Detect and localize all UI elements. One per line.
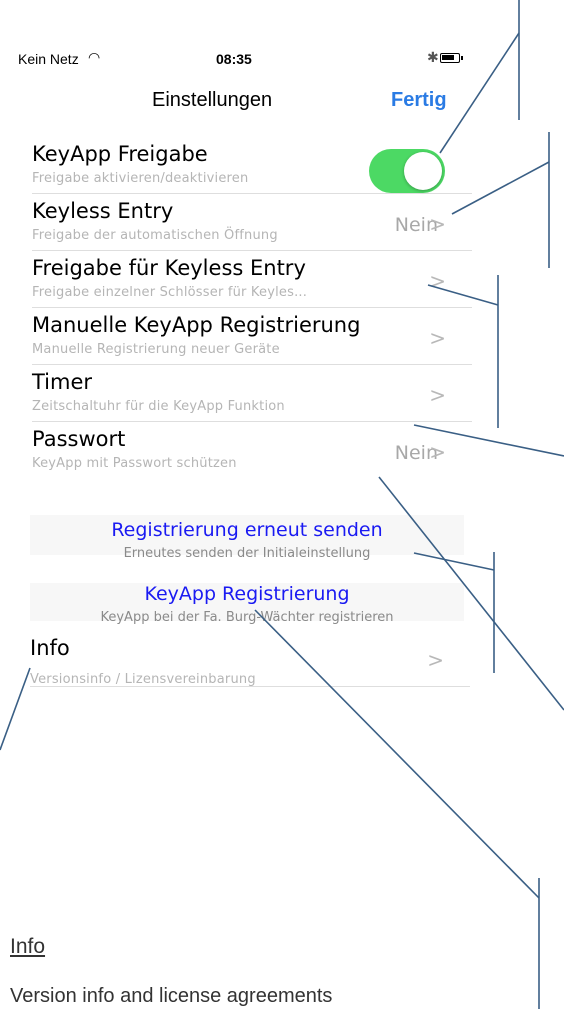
row-subtitle: Zeitschaltuhr für die KeyApp Funktion (32, 399, 285, 414)
row-title: KeyApp Freigabe (32, 142, 208, 166)
caption-title: Info (10, 935, 46, 958)
row-subtitle: Versionsinfo / Lizensvereinbarung (30, 672, 256, 687)
row-title: Info (30, 636, 70, 660)
settings-row-info[interactable]: Info Versionsinfo / Lizensvereinbarung > (30, 630, 470, 687)
chevron-right-icon: > (429, 269, 446, 293)
annotation-line (0, 667, 31, 751)
caption-text: Version info and license agreements (10, 985, 333, 1007)
carrier-label: Kein Netz (18, 51, 79, 67)
row-subtitle: Manuelle Registrierung neuer Geräte (32, 342, 280, 357)
row-title: Timer (32, 370, 93, 394)
row-title: Manuelle KeyApp Registrierung (32, 313, 361, 337)
wifi-icon: ◠ (88, 50, 101, 66)
settings-row-keyapp-freigabe[interactable]: KeyApp Freigabe Freigabe aktivieren/deak… (32, 137, 472, 194)
settings-row-passwort[interactable]: Passwort KeyApp mit Passwort schützen Ne… (32, 422, 472, 479)
action-title: KeyApp Registrierung (144, 583, 350, 605)
row-title: Passwort (32, 427, 126, 451)
chevron-right-icon: > (429, 326, 446, 350)
chevron-right-icon: > (429, 383, 446, 407)
freigabe-toggle[interactable] (369, 149, 445, 193)
resend-registration-button[interactable]: Registrierung erneut senden Erneutes sen… (30, 515, 464, 561)
row-title: Freigabe für Keyless Entry (32, 256, 306, 280)
chevron-right-icon: > (429, 212, 446, 236)
bluetooth-icon: ✱ (427, 50, 439, 66)
chevron-right-icon: > (429, 440, 446, 464)
settings-row-freigabe-keyless[interactable]: Freigabe für Keyless Entry Freigabe einz… (32, 251, 472, 308)
keyapp-registration-button[interactable]: KeyApp Registrierung KeyApp bei der Fa. … (30, 583, 464, 625)
row-subtitle: Freigabe der automatischen Öffnung (32, 228, 278, 243)
page-title: Einstellungen (152, 89, 273, 111)
action-subtitle: Erneutes senden der Initialeinstellung (123, 546, 371, 561)
settings-row-timer[interactable]: Timer Zeitschaltuhr für die KeyApp Funkt… (32, 365, 472, 422)
annotation-line (439, 32, 520, 154)
row-subtitle: Freigabe aktivieren/deaktivieren (32, 171, 249, 186)
clock: 08:35 (216, 51, 252, 67)
settings-row-manuelle-registrierung[interactable]: Manuelle KeyApp Registrierung Manuelle R… (32, 308, 472, 365)
action-title: Registrierung erneut senden (111, 519, 383, 541)
battery-icon (440, 53, 463, 63)
row-subtitle: Freigabe einzelner Schlösser für Keyles.… (32, 285, 308, 300)
row-title: Keyless Entry (32, 199, 174, 223)
settings-row-keyless-entry[interactable]: Keyless Entry Freigabe der automatischen… (32, 194, 472, 251)
chevron-right-icon: > (427, 648, 444, 672)
done-button[interactable]: Fertig (391, 89, 447, 112)
action-subtitle: KeyApp bei der Fa. Burg-Wächter registri… (100, 610, 394, 625)
row-subtitle: KeyApp mit Passwort schützen (32, 456, 237, 471)
